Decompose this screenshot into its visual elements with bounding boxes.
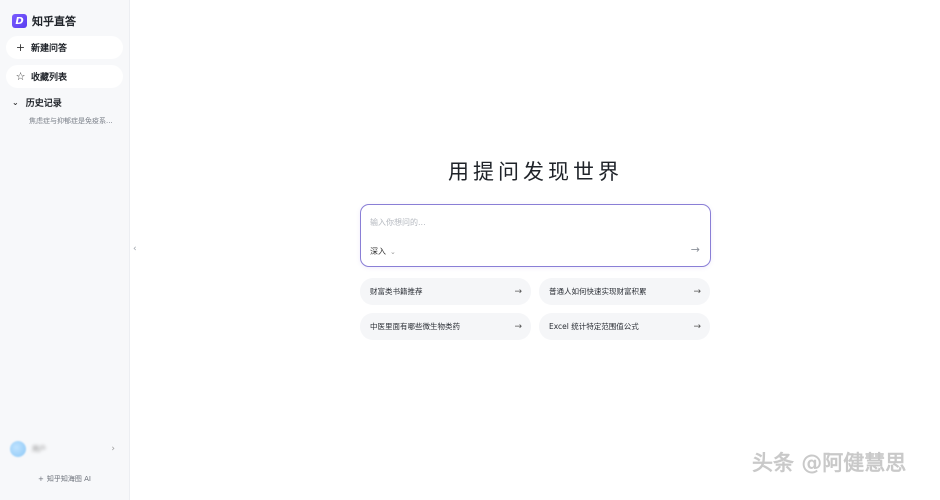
collapse-sidebar-icon[interactable]: ‹: [133, 244, 137, 254]
app-logo[interactable]: D 知乎直答: [12, 12, 76, 30]
footer-label: 知乎知海图 AI: [46, 475, 91, 483]
suggestion-chip[interactable]: 中医里面有哪些微生物类药 →: [360, 313, 531, 340]
question-input[interactable]: [370, 215, 690, 229]
history-toggle[interactable]: ⌄ 历史记录: [12, 96, 62, 109]
arrow-right-icon: →: [514, 321, 522, 332]
logo-icon: D: [12, 14, 27, 28]
footer-link[interactable]: + 知乎知海图 AI: [38, 474, 91, 484]
mode-select[interactable]: 深入 ⌄: [370, 246, 396, 257]
plus-icon: +: [15, 41, 26, 54]
star-icon: ☆: [15, 70, 26, 83]
favorites-label: 收藏列表: [31, 73, 68, 83]
user-profile-button[interactable]: 用户 ›: [6, 437, 123, 461]
suggestion-chip[interactable]: 财富类书籍推荐 →: [360, 278, 531, 305]
app-name: 知乎直答: [32, 15, 76, 28]
watermark: 头条 @阿健慧思: [752, 451, 907, 475]
history-item[interactable]: 焦虑症与抑郁症是免疫系...: [29, 116, 121, 126]
chevron-right-icon: ›: [111, 444, 115, 454]
page-title: 用提问发现世界: [448, 160, 623, 184]
chevron-down-icon: ⌄: [390, 247, 396, 256]
arrow-right-icon: →: [693, 286, 701, 297]
sidebar: D 知乎直答 + 新建问答 ☆ 收藏列表 ⌄ 历史记录 焦虑症与抑郁症是免疫系.…: [0, 0, 130, 500]
send-button[interactable]: →: [691, 243, 700, 256]
arrow-right-icon: →: [693, 321, 701, 332]
suggestion-text: 财富类书籍推荐: [370, 287, 423, 296]
history-label: 历史记录: [25, 99, 62, 109]
mode-label: 深入: [370, 247, 386, 256]
suggestion-chip[interactable]: Excel 统计特定范围值公式 →: [539, 313, 710, 340]
chevron-down-icon: ⌄: [12, 98, 19, 107]
avatar: [10, 441, 26, 457]
suggestion-text: 普通人如何快速实现财富积累: [549, 287, 647, 296]
favorites-button[interactable]: ☆ 收藏列表: [6, 65, 123, 88]
question-box: 深入 ⌄ →: [360, 204, 711, 267]
user-name: 用户: [32, 445, 46, 453]
new-chat-button[interactable]: + 新建问答: [6, 36, 123, 59]
suggestion-text: Excel 统计特定范围值公式: [549, 322, 639, 331]
new-chat-label: 新建问答: [31, 44, 68, 54]
arrow-right-icon: →: [514, 286, 522, 297]
suggestion-text: 中医里面有哪些微生物类药: [370, 322, 460, 331]
plus-icon: +: [38, 475, 44, 483]
suggestion-chip[interactable]: 普通人如何快速实现财富积累 →: [539, 278, 710, 305]
